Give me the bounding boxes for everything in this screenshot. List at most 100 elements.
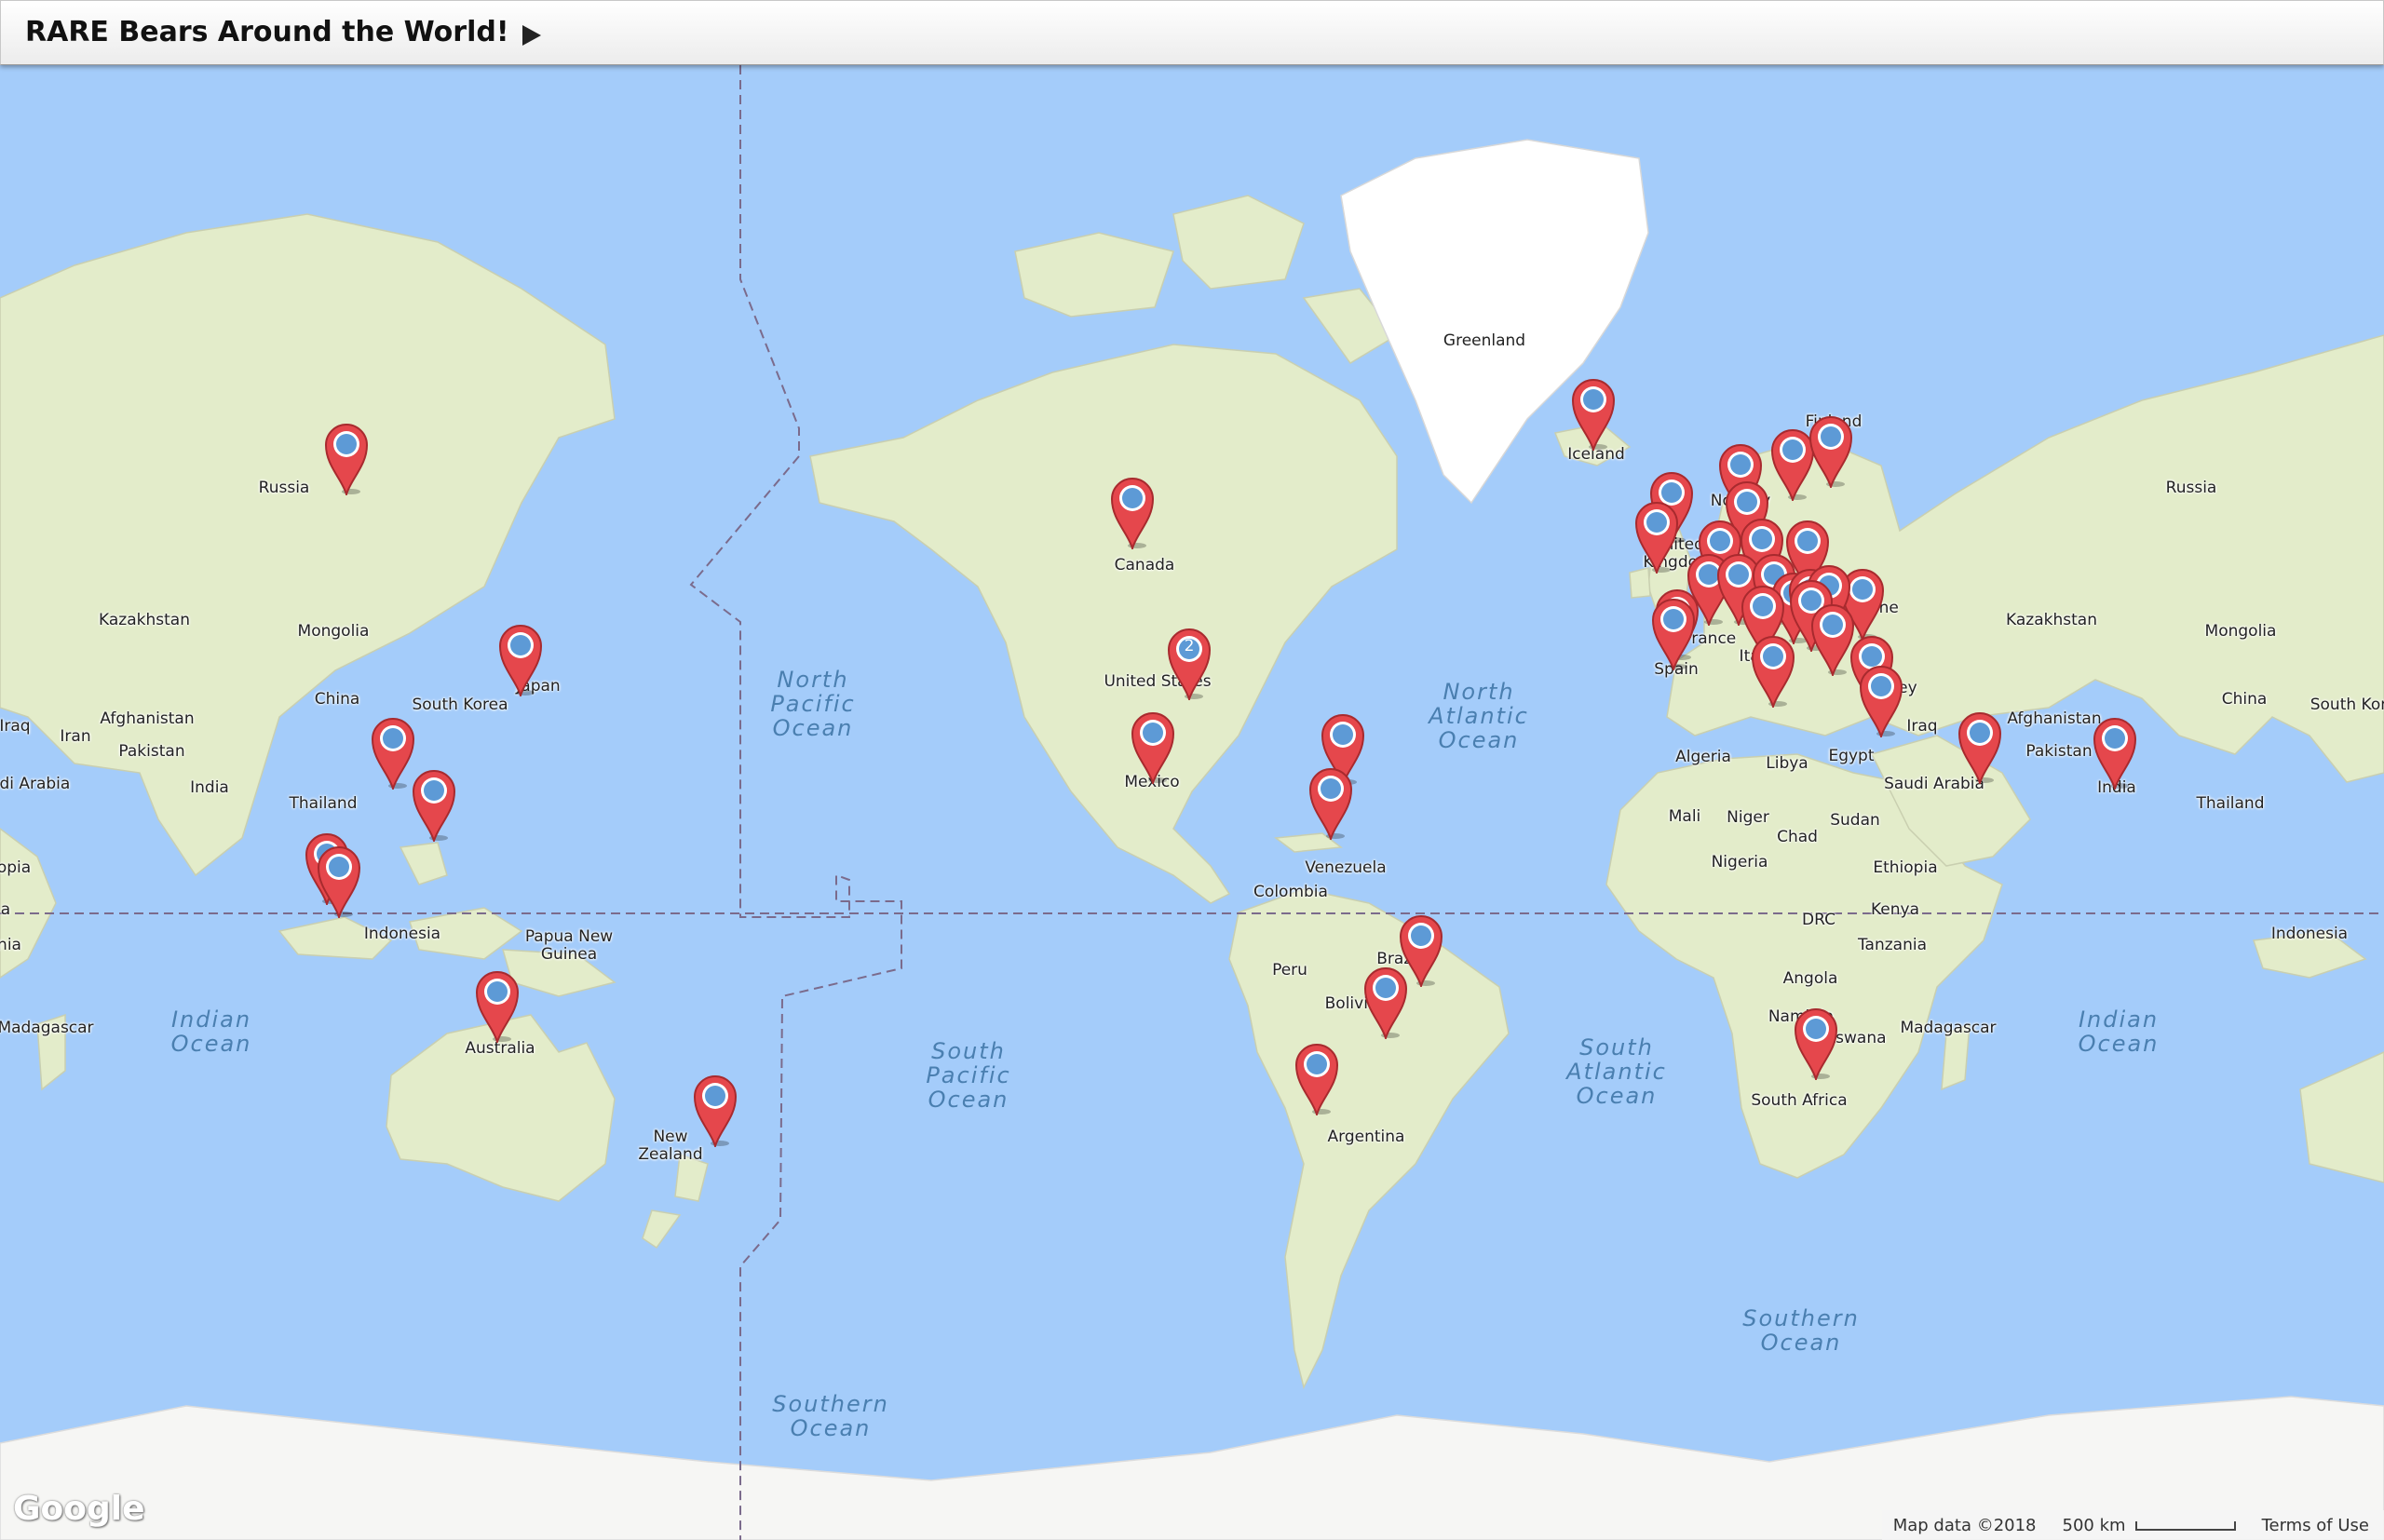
map-marker[interactable]: 2 (1166, 626, 1212, 700)
map-marker-icon (475, 971, 520, 1043)
label-colombia: Colombia (1253, 883, 1328, 901)
map-marker[interactable] (1793, 1006, 1839, 1080)
label-thailand: Thailand (2196, 794, 2265, 813)
map-title: RARE Bears Around the World! (25, 16, 509, 48)
map-marker-icon (1859, 666, 1903, 737)
map-marker-icon (1308, 768, 1353, 840)
label-south-pacific-ocean: South Pacific Ocean (926, 1038, 1011, 1113)
map-marker[interactable] (370, 715, 416, 790)
label-south-korea: South Kor (2310, 696, 2384, 714)
map-footer: Map data ©2018 500 km Terms of Use (1881, 1510, 2384, 1540)
label-south-korea: South Korea (412, 696, 508, 714)
label-ethiopia: opia (0, 858, 32, 877)
title-bar: RARE Bears Around the World! (0, 0, 2384, 65)
map-marker[interactable] (316, 844, 362, 918)
world-map[interactable]: Russia Russia Kazakhstan Kazakhstan Mong… (0, 65, 2384, 1540)
map-marker-icon (317, 846, 361, 918)
label-madagascar: Madagascar (1900, 1019, 1997, 1037)
map-marker[interactable] (1130, 709, 1176, 784)
label-kazakhstan: Kazakhstan (99, 611, 190, 629)
map-marker-icon (2093, 718, 2137, 790)
map-marker-icon (1751, 636, 1795, 708)
label-indian-ocean: Indian Ocean (2078, 1006, 2160, 1057)
label-china: China (314, 690, 360, 709)
map-marker[interactable] (1633, 499, 1680, 574)
label-niger: Niger (1727, 808, 1769, 827)
label-north-pacific-ocean: North Pacific Ocean (770, 667, 856, 741)
map-marker[interactable] (1809, 601, 1856, 676)
label-kazakhstan: Kazakhstan (2006, 611, 2097, 629)
label-pakistan: Pakistan (2025, 742, 2093, 761)
map-marker-icon (1794, 1008, 1838, 1080)
map-marker[interactable] (1750, 633, 1796, 708)
map-marker[interactable] (1957, 709, 2003, 784)
label-sudan: Sudan (1830, 811, 1880, 830)
label-north-atlantic-ocean: North Atlantic Ocean (1429, 679, 1529, 753)
label-indian-ocean: Indian Ocean (170, 1006, 252, 1057)
map-marker[interactable] (1570, 376, 1617, 451)
label-south-africa: South Africa (1751, 1091, 1848, 1110)
label-drc: DRC (1802, 911, 1835, 929)
label-afghanistan: Afghanistan (100, 709, 195, 728)
label-russia: Russia (2165, 479, 2217, 497)
label-iraq: Iraq (1906, 717, 1938, 736)
map-marker[interactable] (1109, 475, 1156, 549)
map-marker[interactable] (1858, 663, 1904, 737)
map-marker[interactable] (1808, 413, 1854, 488)
map-marker[interactable] (692, 1073, 738, 1147)
label-china: China (2221, 690, 2268, 709)
label-egypt: Egypt (1828, 747, 1875, 765)
map-marker-icon (1808, 416, 1853, 488)
scale-control[interactable]: 500 km (2063, 1516, 2236, 1535)
label-pakistan: Pakistan (118, 742, 185, 761)
map-marker-icon (412, 770, 456, 842)
label-tanzania: Tanzania (1857, 936, 1928, 954)
map-marker[interactable] (323, 421, 370, 495)
map-marker-icon (1810, 604, 1855, 676)
label-saudi-arabia: udi Arabia (0, 775, 71, 793)
marker-count: 2 (1184, 637, 1195, 655)
label-peru: Peru (1272, 961, 1307, 979)
map-marker[interactable] (497, 622, 544, 696)
map-marker-icon (324, 424, 369, 495)
label-india: India (190, 778, 229, 797)
map-marker[interactable] (2092, 715, 2138, 790)
map-marker[interactable] (411, 767, 457, 842)
label-indonesia: Indonesia (2270, 925, 2349, 943)
play-arrow-icon[interactable] (522, 25, 541, 46)
map-marker-icon (371, 718, 415, 790)
label-madagascar: Madagascar (0, 1019, 94, 1037)
scale-bar (2134, 1520, 2236, 1531)
map-attribution: Map data ©2018 (1892, 1515, 2037, 1535)
map-marker-icon (1957, 712, 2002, 784)
label-ethiopia: Ethiopia (1873, 858, 1938, 877)
map-marker-icon (1634, 502, 1679, 574)
label-mali: Mali (1668, 807, 1701, 826)
map-marker-icon (1363, 967, 1408, 1039)
map-marker-icon (1131, 712, 1175, 784)
label-papua-new-guinea: Papua New Guinea (524, 927, 614, 964)
label-argentina: Argentina (1327, 1128, 1405, 1146)
label-mongolia: Mongolia (297, 622, 370, 641)
map-geography (0, 65, 2384, 1540)
label-iran: Iran (60, 727, 91, 746)
label-tanzania: nia (0, 936, 21, 954)
map-marker[interactable] (1362, 965, 1409, 1039)
label-algeria: Algeria (1675, 748, 1731, 766)
label-canada: Canada (1114, 556, 1175, 574)
terms-link[interactable]: Terms of Use (2262, 1516, 2369, 1535)
label-south-atlantic-ocean: South Atlantic Ocean (1566, 1034, 1667, 1109)
scale-label: 500 km (2062, 1515, 2126, 1535)
map-marker-icon (1651, 599, 1696, 670)
label-chad: Chad (1777, 828, 1818, 846)
label-venezuela: Venezuela (1305, 858, 1387, 877)
label-southern-ocean: Southern Ocean (772, 1391, 889, 1441)
label-iraq: Iraq (0, 717, 31, 736)
map-marker[interactable] (474, 968, 521, 1043)
map-marker[interactable] (1650, 596, 1697, 670)
label-libya: Libya (1766, 754, 1808, 773)
map-marker[interactable] (1294, 1041, 1340, 1115)
label-indonesia: Indonesia (363, 925, 441, 943)
label-nigeria: Nigeria (1711, 853, 1768, 871)
map-marker[interactable] (1307, 765, 1354, 840)
